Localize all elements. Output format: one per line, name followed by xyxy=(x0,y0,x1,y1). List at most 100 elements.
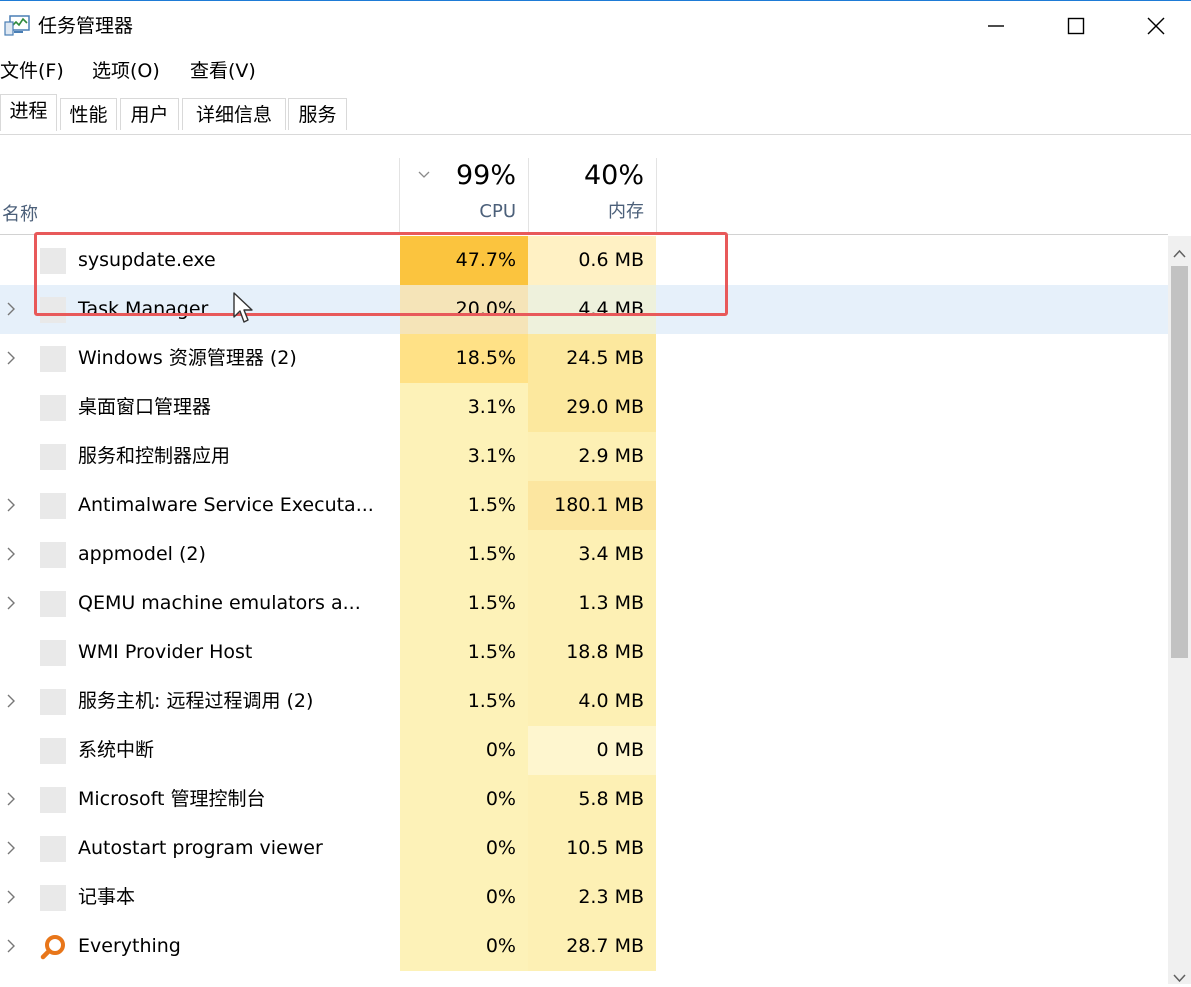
header-separator xyxy=(656,158,657,234)
process-memory: 0 MB xyxy=(528,726,656,775)
process-list: sysupdate.exe 47.7% 0.6 MB Task Manager 20.0… xyxy=(0,236,1168,984)
process-icon xyxy=(40,591,66,617)
process-name: Windows 资源管理器 (2) xyxy=(78,347,297,369)
tabs-divider xyxy=(0,134,1191,135)
cpu-column-label: CPU xyxy=(479,201,516,222)
expand-chevron-right-icon[interactable] xyxy=(4,839,18,857)
process-name: Microsoft 管理控制台 xyxy=(78,788,266,810)
expand-chevron-right-icon[interactable] xyxy=(4,349,18,367)
menu-file[interactable]: 文件(F) xyxy=(0,56,64,86)
process-cpu: 1.5% xyxy=(400,530,528,579)
process-cpu: 1.5% xyxy=(400,628,528,677)
expand-chevron-right-icon[interactable] xyxy=(4,790,18,808)
expand-chevron-right-icon[interactable] xyxy=(4,545,18,563)
process-cpu: 3.1% xyxy=(400,383,528,432)
task-manager-icon xyxy=(4,15,30,37)
process-name: Autostart program viewer xyxy=(78,837,323,859)
process-name: Antimalware Service Executa... xyxy=(78,494,374,516)
cpu-total-percent: 99% xyxy=(455,160,516,191)
process-memory: 2.9 MB xyxy=(528,432,656,481)
close-icon xyxy=(1147,17,1165,35)
scrollbar-thumb[interactable] xyxy=(1171,266,1188,658)
expand-chevron-right-icon[interactable] xyxy=(4,594,18,612)
process-row[interactable]: QEMU machine emulators a... 1.5% 1.3 MB xyxy=(0,579,1168,628)
title-bar[interactable]: 任务管理器 xyxy=(0,1,1191,49)
tab-processes[interactable]: 进程 xyxy=(0,94,57,131)
process-memory: 1.3 MB xyxy=(528,579,656,628)
column-header: 名称 99% CPU 40% 内存 xyxy=(0,158,1191,236)
sort-chevron-down-icon xyxy=(418,164,430,183)
tab-strip: 进程 性能 用户 详细信息 服务 xyxy=(0,94,1191,136)
process-cpu: 0% xyxy=(400,922,528,971)
expand-chevron-right-icon[interactable] xyxy=(4,496,18,514)
process-memory: 2.3 MB xyxy=(528,873,656,922)
process-name: Everything xyxy=(78,935,181,957)
menu-options[interactable]: 选项(O) xyxy=(92,56,160,86)
vertical-scrollbar[interactable] xyxy=(1168,236,1191,984)
process-row[interactable]: Antimalware Service Executa... 1.5% 180.1 … xyxy=(0,481,1168,530)
process-row[interactable]: 服务和控制器应用 3.1% 2.9 MB xyxy=(0,432,1168,481)
process-row[interactable]: Windows 资源管理器 (2) 18.5% 24.5 MB xyxy=(0,334,1168,383)
process-row[interactable]: Microsoft 管理控制台 0% 5.8 MB xyxy=(0,775,1168,824)
process-icon xyxy=(40,395,66,421)
tab-details[interactable]: 详细信息 xyxy=(182,98,286,130)
process-icon xyxy=(40,493,66,519)
process-memory: 10.5 MB xyxy=(528,824,656,873)
process-memory: 28.7 MB xyxy=(528,922,656,971)
close-button[interactable] xyxy=(1116,2,1191,50)
process-row[interactable]: 系统中断 0% 0 MB xyxy=(0,726,1168,775)
process-row[interactable]: 记事本 0% 2.3 MB xyxy=(0,873,1168,922)
column-header-memory[interactable]: 40% 内存 xyxy=(529,158,656,234)
process-name: QEMU machine emulators a... xyxy=(78,592,361,614)
expand-chevron-right-icon[interactable] xyxy=(4,692,18,710)
column-header-name[interactable]: 名称 xyxy=(2,200,38,226)
process-memory: 4.0 MB xyxy=(528,677,656,726)
memory-column-label: 内存 xyxy=(608,201,644,222)
maximize-icon xyxy=(1067,17,1085,35)
process-icon xyxy=(40,640,66,666)
tab-performance[interactable]: 性能 xyxy=(60,98,117,130)
process-icon xyxy=(40,836,66,862)
process-name: 记事本 xyxy=(78,886,136,908)
process-row[interactable]: Autostart program viewer 0% 10.5 MB xyxy=(0,824,1168,873)
process-icon xyxy=(40,542,66,568)
process-cpu: 3.1% xyxy=(400,432,528,481)
expand-chevron-right-icon[interactable] xyxy=(4,300,18,318)
process-icon xyxy=(40,346,66,372)
process-memory: 180.1 MB xyxy=(528,481,656,530)
process-icon xyxy=(40,689,66,715)
process-memory: 29.0 MB xyxy=(528,383,656,432)
expand-chevron-right-icon[interactable] xyxy=(4,888,18,906)
maximize-button[interactable] xyxy=(1036,2,1116,50)
process-row[interactable]: Everything 0% 28.7 MB xyxy=(0,922,1168,971)
process-memory: 5.8 MB xyxy=(528,775,656,824)
process-name: appmodel (2) xyxy=(78,543,206,565)
scroll-up-arrow-icon[interactable] xyxy=(1173,244,1186,263)
window-title: 任务管理器 xyxy=(38,15,134,37)
process-name: 服务主机: 远程过程调用 (2) xyxy=(78,690,314,712)
menu-view[interactable]: 查看(V) xyxy=(190,56,256,86)
everything-magnifier-icon xyxy=(40,934,66,960)
process-memory: 18.8 MB xyxy=(528,628,656,677)
process-row[interactable]: WMI Provider Host 1.5% 18.8 MB xyxy=(0,628,1168,677)
tab-services[interactable]: 服务 xyxy=(288,98,347,130)
process-cpu: 0% xyxy=(400,775,528,824)
process-icon xyxy=(40,444,66,470)
process-icon xyxy=(40,738,66,764)
minimize-button[interactable] xyxy=(956,2,1036,50)
minimize-icon xyxy=(988,25,1004,27)
expand-chevron-right-icon[interactable] xyxy=(4,937,18,955)
mouse-cursor-icon xyxy=(232,291,254,329)
scroll-down-arrow-icon[interactable] xyxy=(1173,968,1186,987)
tab-users[interactable]: 用户 xyxy=(120,98,179,130)
process-memory: 3.4 MB xyxy=(528,530,656,579)
process-name: 服务和控制器应用 xyxy=(78,445,231,467)
process-row[interactable]: 服务主机: 远程过程调用 (2) 1.5% 4.0 MB xyxy=(0,677,1168,726)
process-cpu: 1.5% xyxy=(400,481,528,530)
process-row[interactable]: appmodel (2) 1.5% 3.4 MB xyxy=(0,530,1168,579)
memory-total-percent: 40% xyxy=(583,160,644,191)
process-cpu: 0% xyxy=(400,726,528,775)
process-memory: 24.5 MB xyxy=(528,334,656,383)
process-cpu: 1.5% xyxy=(400,579,528,628)
process-row[interactable]: 桌面窗口管理器 3.1% 29.0 MB xyxy=(0,383,1168,432)
